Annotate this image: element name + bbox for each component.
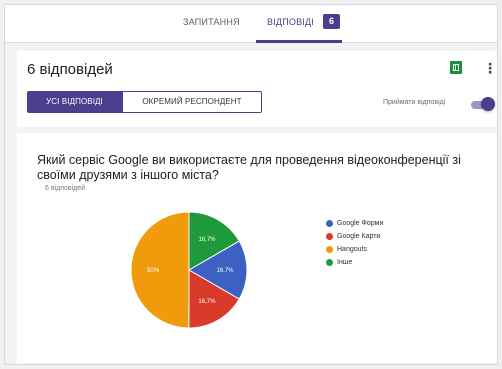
pie-slice-label: 16,7% <box>198 237 216 243</box>
legend-label: Google Карти <box>337 233 381 240</box>
tab-bar: ЗАПИТАННЯ ВІДПОВІДІ 6 <box>5 5 497 43</box>
legend-swatch <box>326 220 333 227</box>
forms-responses-page: ЗАПИТАННЯ ВІДПОВІДІ 6 6 відповідей ⋮ УСІ… <box>4 4 498 365</box>
pie-slice-label: 16,7% <box>198 299 216 305</box>
legend-item: Google Форми <box>326 217 383 230</box>
legend-label: Інше <box>337 259 353 266</box>
legend-swatch <box>326 233 333 240</box>
accepting-responses-label: Приймати відповіді <box>383 99 446 106</box>
pie-slice-label: 50% <box>147 268 160 274</box>
toggle-knob[interactable] <box>481 97 495 111</box>
pie-slice-label: 16,7% <box>216 268 234 274</box>
pie-chart: 16,7% 16,7% 16,7% 50% <box>130 211 248 329</box>
legend-swatch <box>326 259 333 266</box>
legend-label: Google Форми <box>337 220 384 227</box>
more-vert-icon[interactable]: ⋮ <box>483 60 497 76</box>
legend-swatch <box>326 246 333 253</box>
legend-item: Google Карти <box>326 230 383 243</box>
legend-label: Hangouts <box>337 246 367 253</box>
question-summary-card: Який сервіс Google ви використаєте для п… <box>17 133 497 363</box>
view-individual-respondent-button[interactable]: ОКРЕМИЙ РЕСПОНДЕНТ <box>122 91 262 113</box>
responses-summary-card: 6 відповідей ⋮ УСІ ВІДПОВІДІ ОКРЕМИЙ РЕС… <box>17 51 497 127</box>
responses-count-badge: 6 <box>323 14 340 29</box>
legend-item: Інше <box>326 256 383 269</box>
tab-questions[interactable]: ЗАПИТАННЯ <box>183 17 240 27</box>
view-all-responses-button[interactable]: УСІ ВІДПОВІДІ <box>27 91 122 113</box>
legend-item: Hangouts <box>326 243 383 256</box>
responses-count-title: 6 відповідей <box>27 61 113 78</box>
chart-legend: Google Форми Google Карти Hangouts Інше <box>326 217 383 269</box>
google-sheets-icon[interactable] <box>450 61 462 74</box>
active-tab-indicator <box>256 40 342 43</box>
tab-responses[interactable]: ВІДПОВІДІ <box>267 17 314 27</box>
pie-slice <box>130 211 190 329</box>
